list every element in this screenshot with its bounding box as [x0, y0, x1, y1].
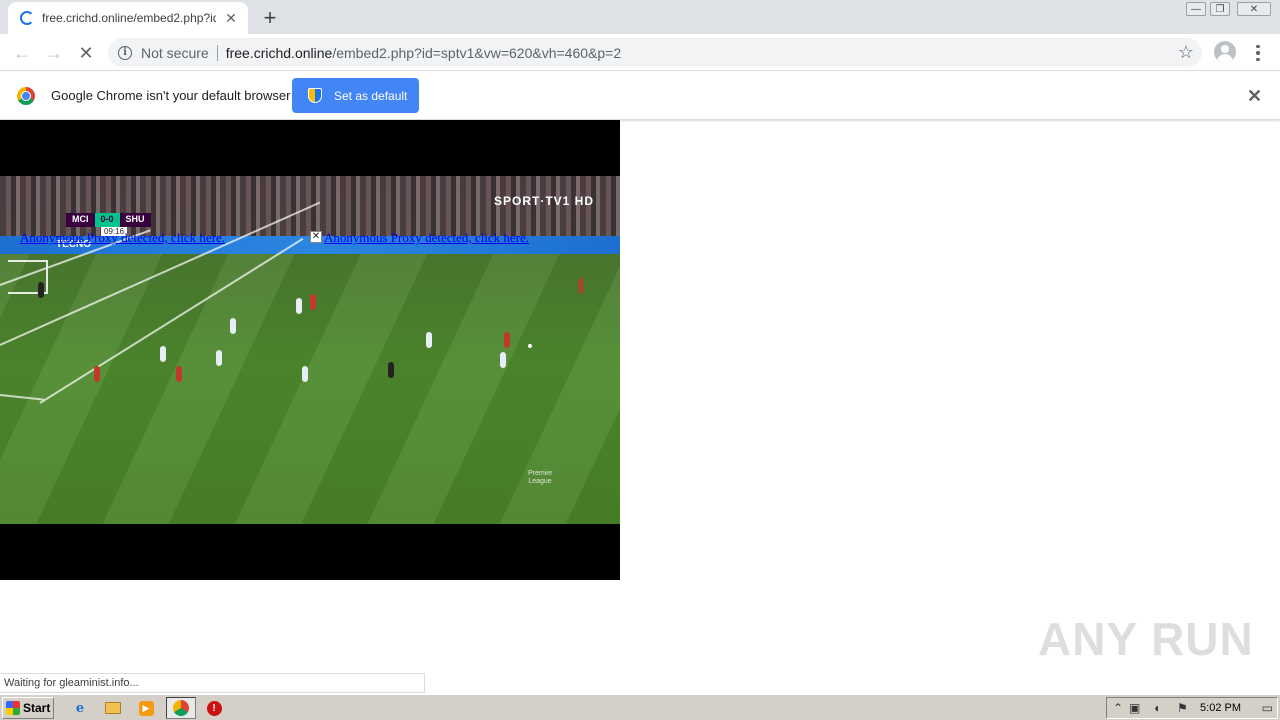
restore-icon: ❐ [1210, 2, 1230, 16]
player-city [500, 352, 506, 368]
player-united [94, 366, 100, 382]
minimize-icon: — [1186, 2, 1206, 16]
ball [528, 344, 532, 348]
ie-icon[interactable]: e [71, 699, 89, 717]
score: 0-0 [94, 213, 120, 227]
omnibox-separator [216, 44, 218, 61]
tray-arrow-icon[interactable]: ⌃ [1113, 701, 1123, 715]
status-bar: Waiting for gleaminist.info... [0, 673, 425, 693]
flag-icon[interactable]: ⚑ [1177, 701, 1188, 715]
url-host[interactable]: free.crichd.online [226, 45, 333, 61]
player-city [296, 298, 302, 314]
monitor-icon[interactable]: ▭ [1262, 701, 1273, 715]
tab-strip: free.crichd.online/embed2.php?id=sp ✕ + … [0, 0, 1280, 34]
chrome-logo-icon [17, 87, 35, 105]
minimize-button[interactable]: — [1184, 0, 1208, 18]
pitch-line [0, 394, 44, 401]
home-team: MCI [66, 213, 95, 227]
goalkeeper [38, 282, 44, 298]
shield-icon [308, 88, 322, 103]
browser-toolbar: ← → ✕ i Not secure free.crichd.online/em… [0, 34, 1280, 71]
channel-logo: SPORT·TV1 HD [494, 194, 595, 208]
browser-tab[interactable]: free.crichd.online/embed2.php?id=sp ✕ [8, 2, 248, 34]
referee [388, 362, 394, 378]
default-browser-infobar: Google Chrome isn't your default browser… [0, 72, 1280, 120]
player-united [578, 278, 584, 294]
video-frame: TECNO [0, 176, 620, 524]
premier-league-logo: Premier League [528, 470, 553, 485]
profile-icon[interactable] [1214, 41, 1236, 63]
player-united [504, 332, 510, 348]
player-city [302, 366, 308, 382]
volume-icon[interactable]: ◖ [1153, 701, 1160, 715]
chrome-icon [173, 700, 189, 716]
media-player-icon[interactable]: ▶ [137, 699, 155, 717]
infobar-message: Google Chrome isn't your default browser [51, 88, 291, 103]
start-button[interactable]: Start [2, 697, 54, 719]
video-player[interactable]: TECNO MCI 0-0 SHU 09:16 SPORT·TV1 HD Pre… [0, 120, 620, 580]
set-as-default-label: Set as default [334, 88, 408, 103]
stop-button[interactable]: ✕ [72, 39, 100, 67]
chrome-taskbar-button[interactable] [166, 697, 196, 719]
start-label: Start [23, 701, 51, 715]
forward-button[interactable]: → [40, 39, 68, 67]
tab-title: free.crichd.online/embed2.php?id=sp [42, 11, 216, 25]
pitch-line [39, 237, 304, 404]
anyrun-watermark: ANY RUN [1038, 613, 1254, 665]
network-icon[interactable]: ▣ [1129, 701, 1140, 715]
windows-flag-icon [6, 701, 20, 715]
taskbar: Start e ▶ ! ⌃ ▣ ◖ ⚑ 5:02 PM ▭ [0, 694, 1280, 720]
system-tray: ⌃ ▣ ◖ ⚑ 5:02 PM ▭ [1106, 697, 1278, 719]
bookmark-star-icon[interactable]: ☆ [1178, 42, 1194, 63]
proxy-warning-link-2[interactable]: Anonymous Proxy detected, click here. [324, 230, 529, 246]
window-close-button[interactable]: ✕ [1236, 0, 1272, 18]
scorebug: MCI 0-0 SHU [66, 213, 151, 227]
window-close-icon: ✕ [1237, 2, 1271, 16]
clock[interactable]: 5:02 PM [1200, 702, 1241, 714]
restore-button[interactable]: ❐ [1208, 0, 1232, 18]
proxy-close-icon[interactable]: ✕ [310, 231, 322, 243]
player-city [216, 350, 222, 366]
loading-spinner-icon [20, 11, 34, 25]
player-united [310, 294, 316, 310]
stop-sign-icon[interactable]: ! [205, 699, 223, 717]
url-path[interactable]: /embed2.php?id=sptv1&vw=620&vh=460&p=2 [332, 45, 621, 61]
set-as-default-button[interactable]: Set as default [292, 78, 419, 113]
infobar-close-icon[interactable]: ✕ [1247, 86, 1262, 107]
away-team: SHU [119, 213, 151, 227]
player-city [230, 318, 236, 334]
security-label[interactable]: Not secure [141, 45, 209, 61]
address-bar[interactable]: i Not secure free.crichd.online/embed2.p… [108, 38, 1202, 67]
player-united [176, 366, 182, 382]
new-tab-button[interactable]: + [258, 6, 282, 30]
proxy-warning-link-1[interactable]: Anonymous Proxy detected, click here. [20, 230, 225, 246]
player-city [426, 332, 432, 348]
tab-close-icon[interactable]: ✕ [222, 9, 240, 27]
back-button[interactable]: ← [8, 39, 36, 67]
menu-icon[interactable] [1250, 40, 1266, 66]
folder-icon[interactable] [104, 699, 122, 717]
player-city [160, 346, 166, 362]
info-icon[interactable]: i [118, 45, 132, 60]
